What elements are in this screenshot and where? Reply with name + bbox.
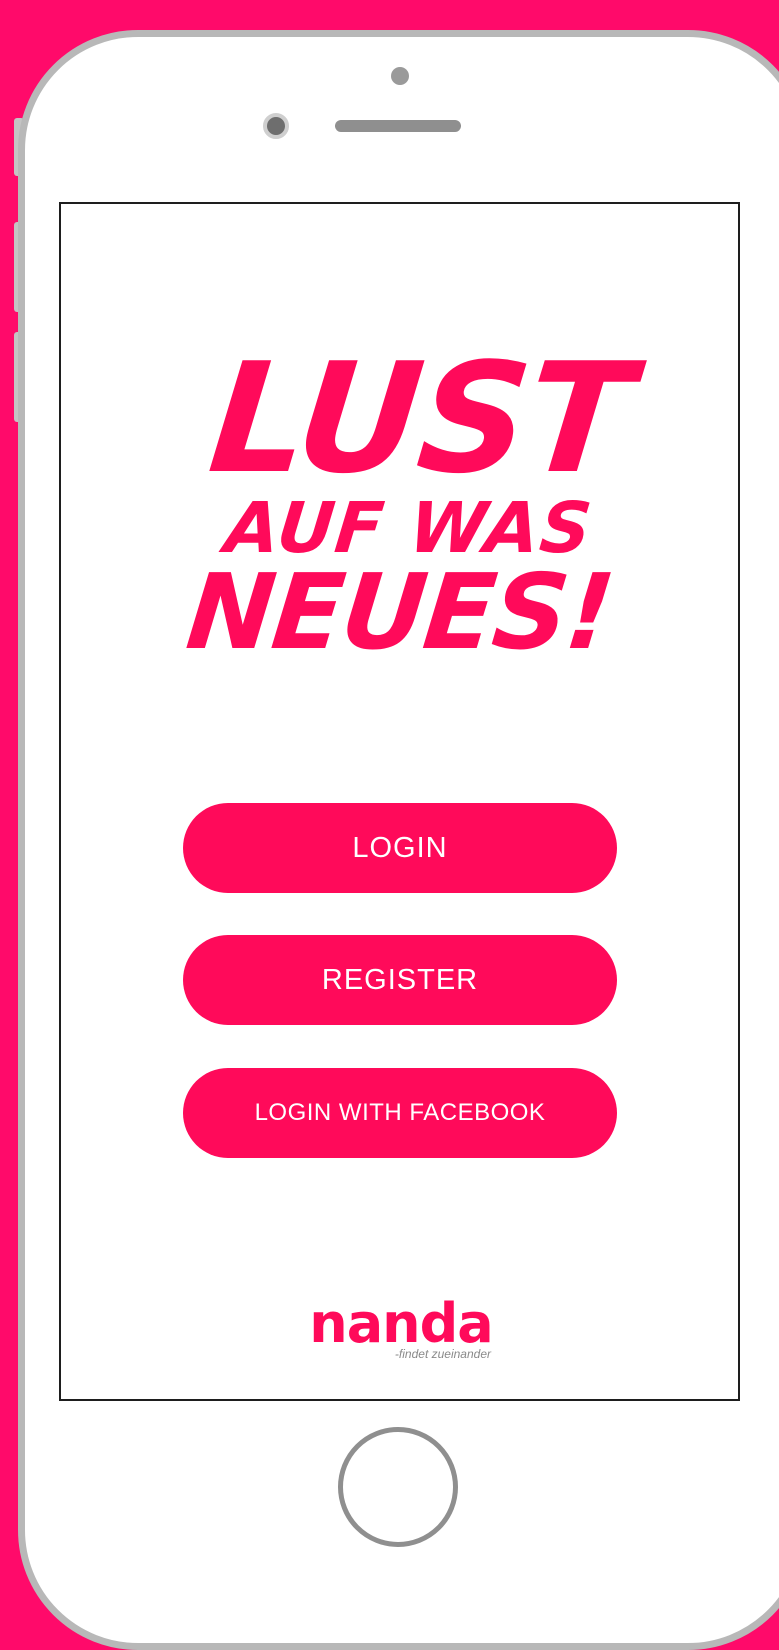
proximity-sensor	[391, 67, 409, 85]
earpiece-speaker	[335, 120, 461, 132]
login-with-facebook-button[interactable]: LOGIN WITH FACEBOOK	[183, 1068, 617, 1158]
brand-logo: nanda -findet zueinander	[301, 1292, 501, 1362]
front-camera	[263, 113, 289, 139]
app-screen: LUST AUF WAS NEUES! LOGIN REGISTER LOGIN…	[59, 202, 740, 1401]
home-button[interactable]	[338, 1427, 458, 1547]
headline-line-3: NEUES!	[181, 551, 619, 673]
brand-name: nanda	[309, 1292, 493, 1355]
login-button[interactable]: LOGIN	[183, 803, 617, 893]
register-button[interactable]: REGISTER	[183, 935, 617, 1025]
headline-line-1: LUST	[202, 330, 639, 507]
headline: LUST AUF WAS NEUES!	[164, 330, 657, 673]
